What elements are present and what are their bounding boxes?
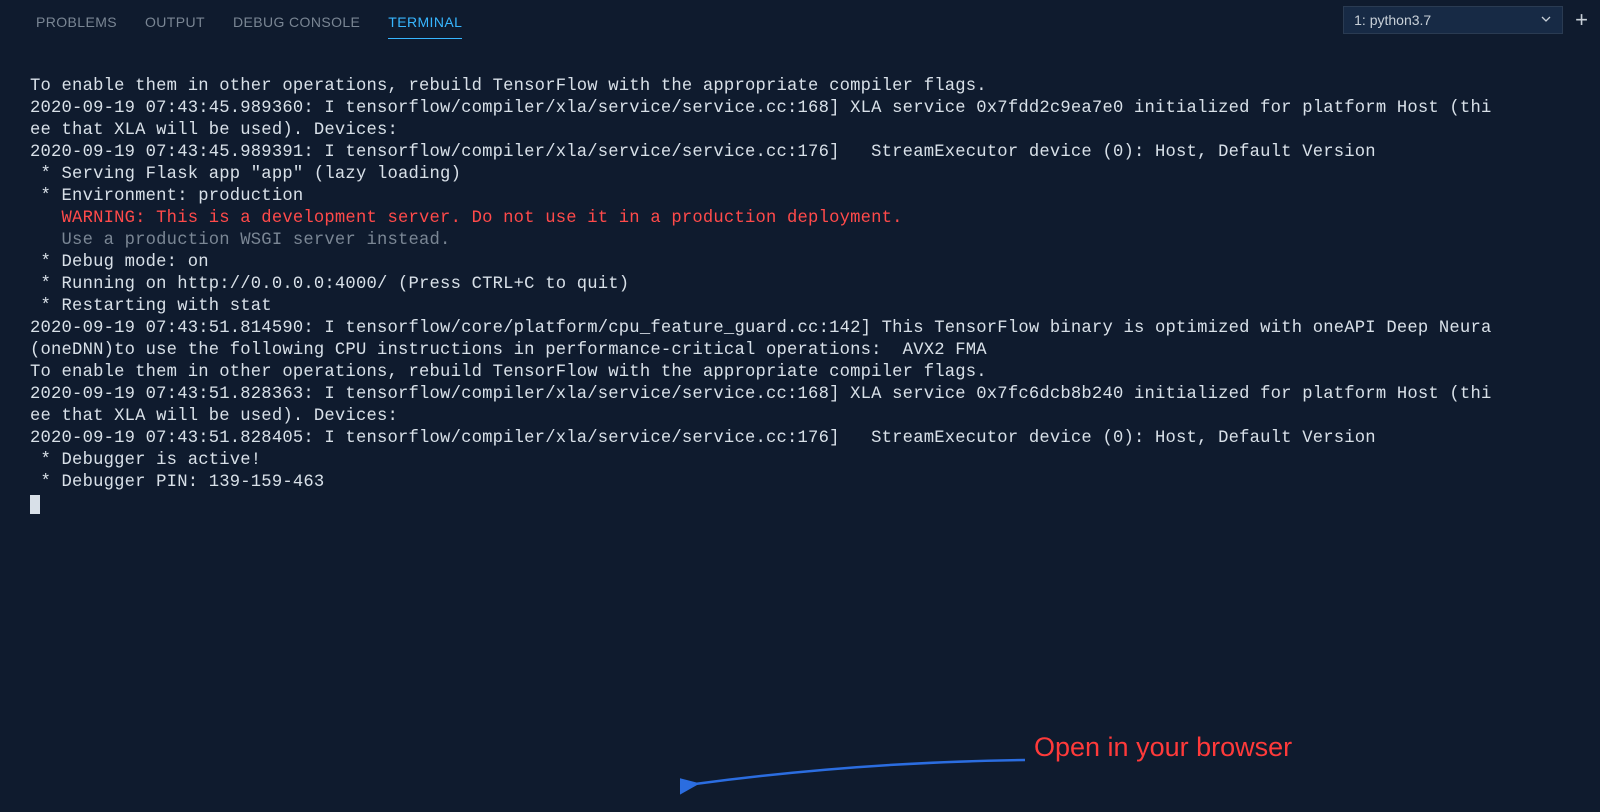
terminal-cursor	[30, 495, 40, 514]
terminal-line: * Debugger PIN: 139-159-463	[30, 473, 324, 492]
annotation-text: Open in your browser	[1034, 732, 1292, 763]
terminal-line: 2020-09-19 07:43:45.989360: I tensorflow…	[30, 99, 1491, 118]
terminal-line: * Running on http://0.0.0.0:4000/ (Press…	[30, 275, 629, 294]
panel-tabs: PROBLEMS OUTPUT DEBUG CONSOLE TERMINAL	[14, 2, 462, 39]
terminal-line: ee that XLA will be used). Devices:	[30, 121, 398, 140]
terminal-selector-label: 1: python3.7	[1354, 12, 1431, 28]
tab-terminal[interactable]: TERMINAL	[388, 14, 462, 39]
terminal-line: 2020-09-19 07:43:45.989391: I tensorflow…	[30, 143, 1376, 162]
panel-header: PROBLEMS OUTPUT DEBUG CONSOLE TERMINAL 1…	[0, 0, 1600, 40]
annotation-arrow-icon	[680, 752, 1040, 812]
terminal-line: 2020-09-19 07:43:51.814590: I tensorflow…	[30, 319, 1491, 338]
terminal-line: ee that XLA will be used). Devices:	[30, 407, 398, 426]
terminal-line-warning: WARNING: This is a development server. D…	[30, 209, 903, 228]
terminal-line: * Serving Flask app "app" (lazy loading)	[30, 165, 461, 184]
terminal-line: To enable them in other operations, rebu…	[30, 77, 987, 96]
tab-output[interactable]: OUTPUT	[145, 14, 205, 39]
new-terminal-button[interactable]: +	[1575, 7, 1590, 33]
terminal-line: (oneDNN)to use the following CPU instruc…	[30, 341, 987, 360]
terminal-line: * Environment: production	[30, 187, 303, 206]
terminal-selector[interactable]: 1: python3.7	[1343, 6, 1563, 34]
terminal-output[interactable]: To enable them in other operations, rebu…	[0, 40, 1600, 516]
terminal-line: To enable them in other operations, rebu…	[30, 363, 987, 382]
tab-problems[interactable]: PROBLEMS	[36, 14, 117, 39]
terminal-line: 2020-09-19 07:43:51.828363: I tensorflow…	[30, 385, 1491, 404]
chevron-down-icon	[1540, 12, 1552, 28]
terminal-line: * Debug mode: on	[30, 253, 209, 272]
terminal-line-dim: Use a production WSGI server instead.	[30, 231, 451, 250]
terminal-line: * Debugger is active!	[30, 451, 261, 470]
panel-header-right: 1: python3.7 +	[1343, 6, 1590, 34]
tab-debug-console[interactable]: DEBUG CONSOLE	[233, 14, 360, 39]
terminal-line: * Restarting with stat	[30, 297, 272, 316]
terminal-line: 2020-09-19 07:43:51.828405: I tensorflow…	[30, 429, 1376, 448]
